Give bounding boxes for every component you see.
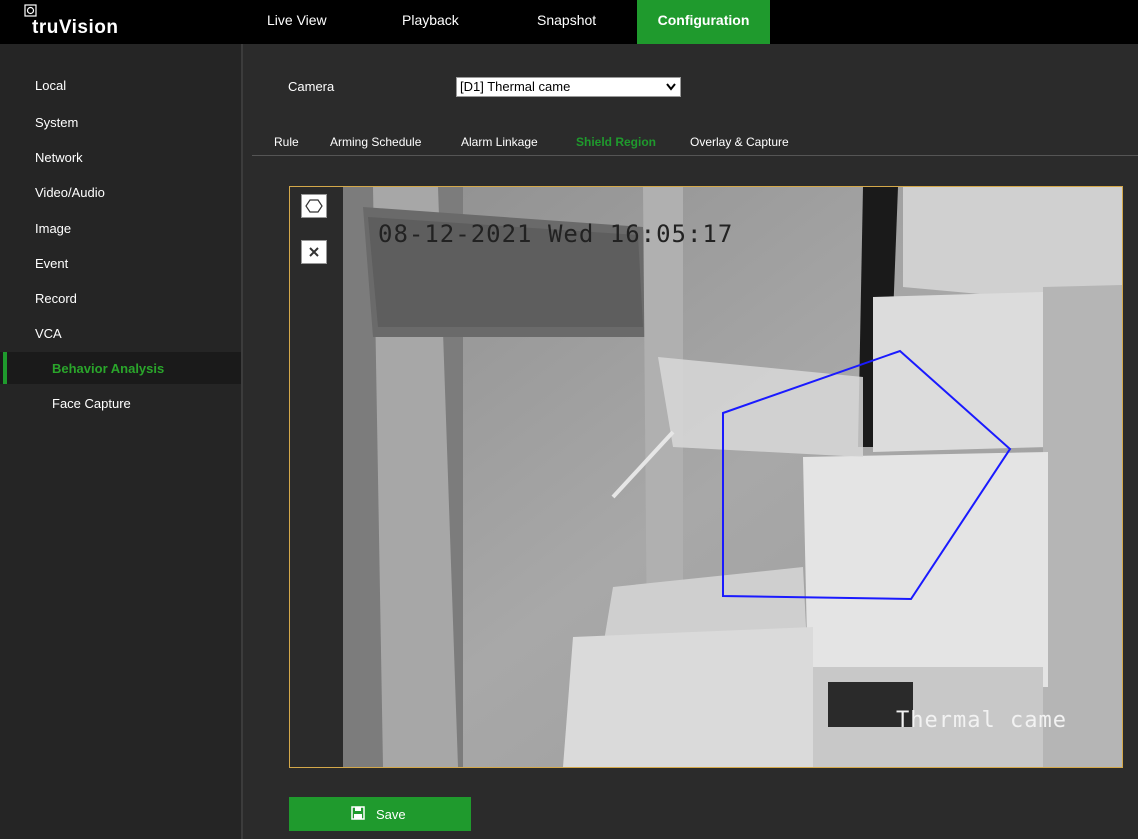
sidebar-subitem-label: Behavior Analysis xyxy=(52,361,165,376)
brand-logo: truVision xyxy=(8,4,238,40)
nav-tab-snapshot[interactable]: Snapshot xyxy=(537,0,596,44)
sidebar-subitem-face-capture[interactable]: Face Capture xyxy=(52,396,131,411)
nav-tab-configuration[interactable]: Configuration xyxy=(637,0,770,44)
sidebar-item-vca[interactable]: VCA xyxy=(35,326,62,341)
camera-select[interactable]: [D1] Thermal came xyxy=(456,77,681,97)
chevron-down-icon xyxy=(666,83,676,91)
osd-datetime: 08-12-2021 Wed 16:05:17 xyxy=(378,220,734,248)
video-feed[interactable] xyxy=(343,187,1122,767)
draw-polygon-button[interactable] xyxy=(301,194,327,218)
tab-shield-region[interactable]: Shield Region xyxy=(576,135,656,149)
sidebar: Local System Network Video/Audio Image E… xyxy=(0,44,243,839)
sidebar-item-local[interactable]: Local xyxy=(35,78,66,93)
active-indicator xyxy=(3,352,7,384)
osd-camera-name: Thermal came xyxy=(896,708,1067,733)
polygon-icon xyxy=(305,199,323,213)
save-icon xyxy=(351,806,365,820)
save-button-label: Save xyxy=(376,807,406,822)
logo-text: truVision xyxy=(32,17,119,38)
thermal-image xyxy=(343,187,1122,767)
top-navigation-bar: truVision Live View Playback Snapshot Co… xyxy=(0,0,1138,44)
camera-select-value: [D1] Thermal came xyxy=(460,79,571,94)
sidebar-item-record[interactable]: Record xyxy=(35,291,77,306)
sidebar-item-image[interactable]: Image xyxy=(35,221,71,236)
tab-alarm-linkage[interactable]: Alarm Linkage xyxy=(461,135,538,149)
sidebar-subitem-behavior-analysis[interactable]: Behavior Analysis xyxy=(0,352,241,384)
clear-region-button[interactable] xyxy=(301,240,327,264)
logo-mark-icon xyxy=(24,4,37,17)
save-button[interactable]: Save xyxy=(289,797,471,831)
tab-rule[interactable]: Rule xyxy=(274,135,299,149)
sidebar-item-video-audio[interactable]: Video/Audio xyxy=(35,185,105,200)
sub-tabs: Rule Arming Schedule Alarm Linkage Shiel… xyxy=(252,113,1138,156)
camera-label: Camera xyxy=(288,79,335,94)
sidebar-item-system[interactable]: System xyxy=(35,115,78,130)
sidebar-item-network[interactable]: Network xyxy=(35,150,83,165)
tab-arming-schedule[interactable]: Arming Schedule xyxy=(330,135,421,149)
nav-tab-live-view[interactable]: Live View xyxy=(267,0,327,44)
close-icon xyxy=(309,247,319,257)
tab-overlay-capture[interactable]: Overlay & Capture xyxy=(690,135,789,149)
nav-tab-playback[interactable]: Playback xyxy=(402,0,459,44)
sidebar-item-event[interactable]: Event xyxy=(35,256,68,271)
